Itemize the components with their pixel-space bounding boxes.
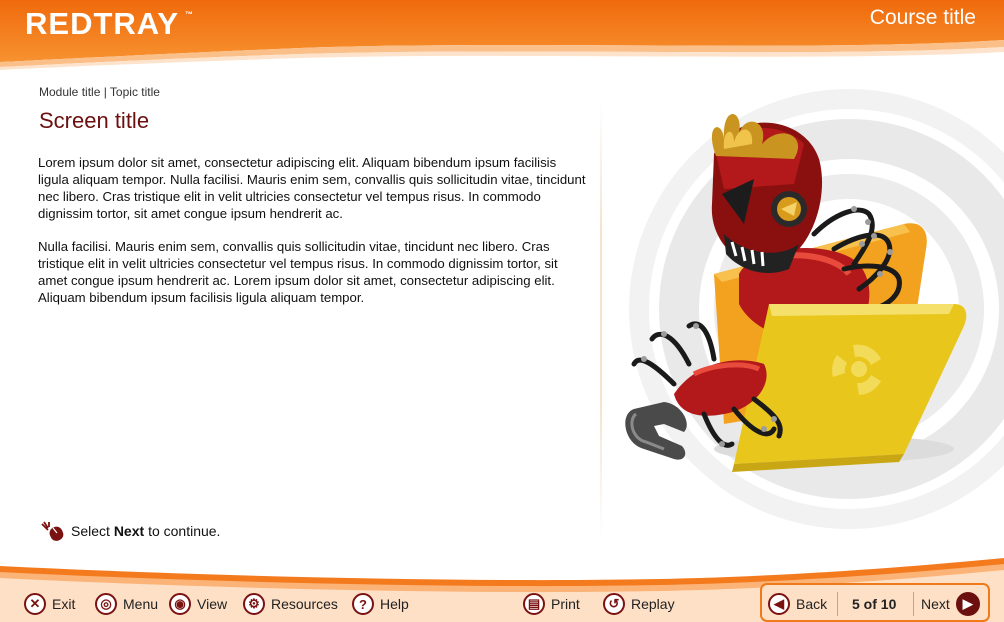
course-title: Course title: [869, 6, 976, 29]
question-icon: ?: [352, 593, 374, 615]
paragraph-1: Lorem ipsum dolor sit amet, consectetur …: [38, 155, 586, 221]
help-button[interactable]: ? Help: [352, 590, 409, 618]
resources-label: Resources: [271, 596, 338, 612]
next-label: Next: [921, 596, 950, 612]
replay-icon: ↺: [603, 593, 625, 615]
help-label: Help: [380, 596, 409, 612]
view-label: View: [197, 596, 228, 612]
replay-button[interactable]: ↺ Replay: [603, 590, 675, 618]
body-text: Lorem ipsum dolor sit amet, consectetur …: [38, 154, 590, 322]
printer-icon: ▤: [523, 593, 545, 615]
print-label: Print: [551, 596, 580, 612]
page-indicator: 5 of 10: [852, 596, 897, 612]
arrow-right-icon: ▶: [955, 592, 980, 616]
arrow-left-icon: ◀: [768, 593, 790, 615]
exit-button[interactable]: ✕ Exit: [24, 590, 75, 618]
paragraph-2: Nulla facilisi. Mauris enim sem, convall…: [38, 239, 558, 305]
instruction-suffix: to continue.: [148, 523, 221, 539]
instruction-prefix: Select: [71, 523, 110, 539]
header-bar: REDTRAY ™ Course title: [0, 0, 1004, 70]
eye-icon: ◉: [169, 593, 191, 615]
robot-illustration: [625, 89, 1004, 529]
screen-title: Screen title: [39, 108, 150, 133]
mouse-click-icon: [41, 521, 64, 541]
breadcrumb: Module title | Topic title: [39, 85, 160, 99]
trademark-mark: ™: [185, 10, 193, 19]
brand-logo: REDTRAY: [25, 6, 179, 41]
next-button[interactable]: Next ▶: [921, 590, 980, 618]
resources-button[interactable]: ⚙ Resources: [243, 590, 338, 618]
back-label: Back: [796, 596, 828, 612]
instruction-next-word: Next: [113, 523, 145, 539]
print-button[interactable]: ▤ Print: [523, 590, 580, 618]
back-button[interactable]: ◀ Back: [768, 590, 827, 618]
target-icon: ◎: [95, 593, 117, 615]
content-divider: [600, 100, 602, 538]
view-button[interactable]: ◉ View: [169, 590, 227, 618]
nav-separator-left: [837, 592, 838, 616]
menu-button[interactable]: ◎ Menu: [95, 590, 158, 618]
nav-separator-right: [913, 592, 914, 616]
exit-label: Exit: [52, 596, 76, 612]
close-icon: ✕: [24, 593, 46, 615]
replay-label: Replay: [631, 596, 675, 612]
menu-label: Menu: [123, 596, 159, 612]
gear-icon: ⚙: [243, 593, 265, 615]
continue-instruction: Select Next to continue.: [40, 520, 220, 542]
